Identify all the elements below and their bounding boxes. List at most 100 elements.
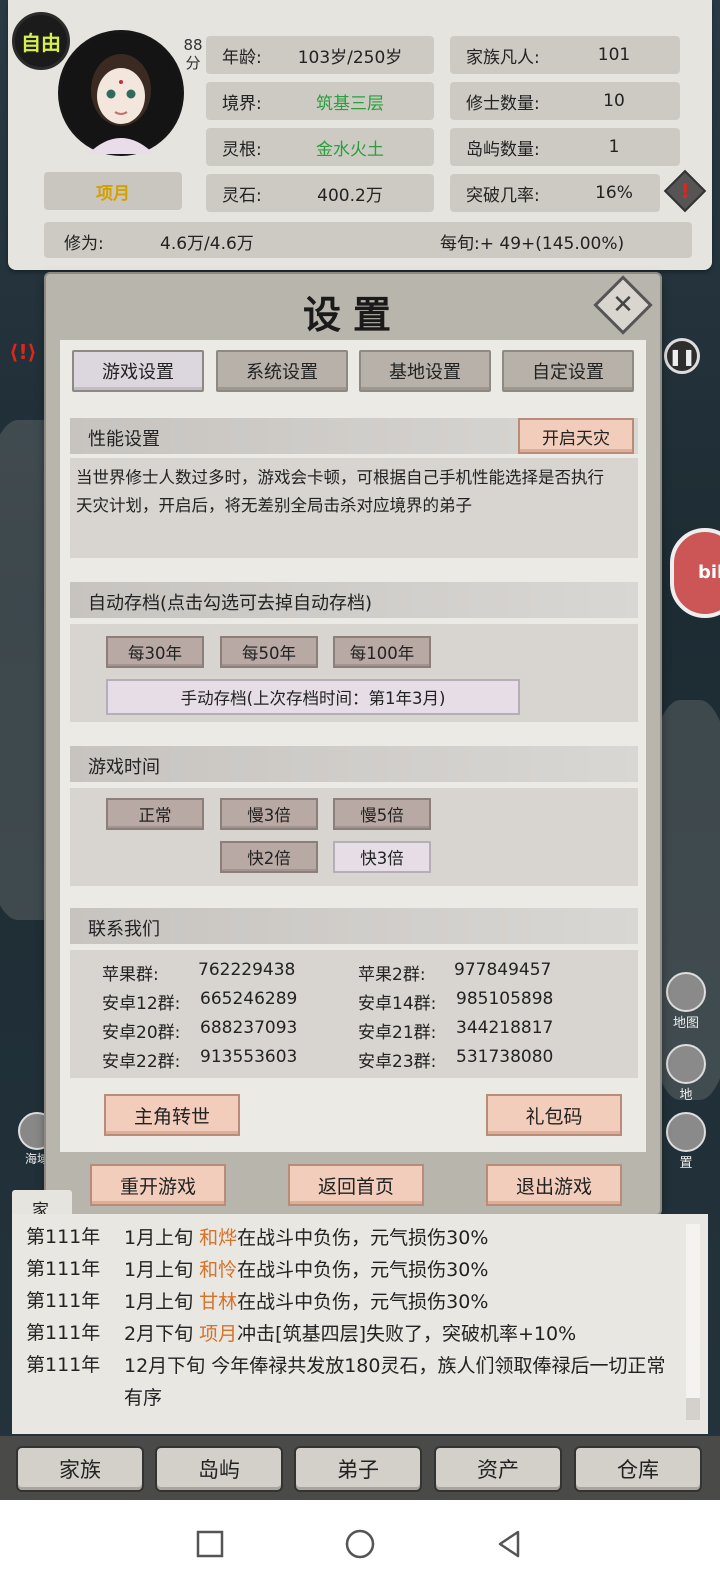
- recent-apps-icon[interactable]: [194, 1528, 226, 1560]
- map-tool[interactable]: 地图: [656, 972, 716, 1042]
- breakthrough-warning-icon[interactable]: !: [663, 169, 707, 213]
- reincarnate-button[interactable]: 主角转世: [104, 1094, 240, 1136]
- contact-group-number: 665246289: [200, 989, 298, 1009]
- log-year: 第111年: [26, 1322, 101, 1344]
- alert-icon[interactable]: ⟨!⟩: [4, 340, 42, 370]
- log-year: 第111年: [26, 1258, 101, 1280]
- contact-group: 安卓23群: 531738080: [358, 1047, 553, 1072]
- tab-system-settings[interactable]: 系统设置: [216, 350, 348, 392]
- log-time: 1月上旬: [124, 1291, 200, 1313]
- cultivation-bar: 修为: 4.6万/4.6万 每旬:+ 49+(145.00%): [44, 222, 692, 258]
- character-name[interactable]: 项月: [44, 172, 182, 210]
- speed-slow3-button[interactable]: 慢3倍: [220, 798, 318, 830]
- log-time: 1月上旬: [124, 1259, 200, 1281]
- speed-fast3-button[interactable]: 快3倍: [333, 841, 431, 873]
- settings-modal: 设置 ✕ 游戏设置 系统设置 基地设置 自定设置 性能设置 开启天灾 当世界修士…: [46, 274, 660, 1214]
- game-time-header: 游戏时间: [70, 746, 638, 782]
- nav-disciples[interactable]: 弟子: [294, 1446, 422, 1492]
- contact-group: 苹果群: 762229438: [102, 960, 295, 985]
- log-time: 2月下旬: [124, 1323, 200, 1345]
- disaster-toggle-button[interactable]: 开启天灾: [518, 418, 634, 454]
- log-person[interactable]: 甘林: [199, 1291, 237, 1313]
- contact-group: 苹果2群: 977849457: [358, 960, 551, 985]
- home-icon[interactable]: [344, 1528, 376, 1560]
- stat-realm: 境界: 筑基三层: [206, 82, 434, 120]
- stat-value: 103岁/250岁: [297, 47, 403, 68]
- bilibili-icon[interactable]: bili: [670, 528, 720, 618]
- cultivation-label: 修为:: [64, 234, 104, 254]
- speed-slow5-button[interactable]: 慢5倍: [333, 798, 431, 830]
- log-year: 第111年: [26, 1354, 101, 1376]
- game-time-header-label: 游戏时间: [88, 757, 160, 778]
- stat-islands: 岛屿数量: 1: [450, 128, 680, 166]
- contact-group-label: 苹果群:: [102, 965, 159, 985]
- log-time: 1月上旬: [124, 1227, 200, 1249]
- stat-spirit-root: 灵根: 金水火土: [206, 128, 434, 166]
- nav-family[interactable]: 家族: [16, 1446, 144, 1492]
- tab-base-settings[interactable]: 基地设置: [359, 350, 491, 392]
- stat-spirit-stones: 灵石: 400.2万: [206, 174, 434, 212]
- score-unit: 分: [185, 54, 201, 72]
- gift-code-button[interactable]: 礼包码: [486, 1094, 622, 1136]
- free-mode-badge[interactable]: 自由: [12, 12, 70, 70]
- tab-game-settings[interactable]: 游戏设置: [72, 350, 204, 392]
- autosave-header: 自动存档(点击勾选可去掉自动存档): [70, 582, 638, 618]
- bottom-navigation: 家族 岛屿 弟子 资产 仓库: [0, 1436, 720, 1500]
- contact-group-label: 安卓21群:: [358, 1023, 437, 1043]
- autosave-header-label: 自动存档(点击勾选可去掉自动存档): [88, 593, 373, 614]
- nav-assets[interactable]: 资产: [434, 1446, 562, 1492]
- contact-group: 安卓22群: 913553603: [102, 1047, 297, 1072]
- score-value: 88: [183, 36, 203, 54]
- log-year: 第111年: [26, 1226, 101, 1248]
- return-home-button[interactable]: 返回首页: [288, 1164, 424, 1206]
- autosave-50-button[interactable]: 每50年: [220, 636, 318, 668]
- autosave-100-button[interactable]: 每100年: [333, 636, 431, 668]
- log-scrollbar[interactable]: [686, 1224, 700, 1420]
- log-text: 1月上旬 和烨在战斗中负伤，元气损伤30%: [124, 1222, 684, 1254]
- log-text: 2月下旬 项月冲击[筑基四层]失败了，突破机率+10%: [124, 1318, 684, 1350]
- stat-value: 筑基三层: [316, 93, 384, 114]
- settings-tool[interactable]: 置: [656, 1112, 716, 1182]
- stat-value: 1: [608, 137, 620, 157]
- nav-islands[interactable]: 岛屿: [155, 1446, 283, 1492]
- event-log: 第111年 1月上旬 和烨在战斗中负伤，元气损伤30% 第111年 1月上旬 和…: [12, 1214, 708, 1434]
- stat-value: 金水火土: [316, 139, 384, 160]
- log-message: 冲击[筑基四层]失败了，突破机率+10%: [237, 1323, 577, 1345]
- contact-group-label: 安卓22群:: [102, 1052, 181, 1072]
- character-status-panel: 自由 88 分 项月 年龄: 103岁/250岁 境界: 筑基三层 灵根: 金水…: [8, 0, 712, 270]
- nav-warehouse[interactable]: 仓库: [574, 1446, 702, 1492]
- restart-game-button[interactable]: 重开游戏: [90, 1164, 226, 1206]
- character-avatar[interactable]: [58, 30, 184, 156]
- land-tool[interactable]: 地: [656, 1044, 716, 1114]
- manual-save-button[interactable]: 手动存档(上次存档时间：第1年3月): [106, 679, 520, 715]
- exit-game-button[interactable]: 退出游戏: [486, 1164, 622, 1206]
- speed-normal-button[interactable]: 正常: [106, 798, 204, 830]
- contact-group-label: 安卓23群:: [358, 1052, 437, 1072]
- contact-group-number: 913553603: [200, 1047, 298, 1067]
- contact-header: 联系我们: [70, 908, 638, 944]
- contact-group-number: 977849457: [454, 960, 552, 980]
- speed-fast2-button[interactable]: 快2倍: [220, 841, 318, 873]
- log-person[interactable]: 和烨: [199, 1227, 237, 1249]
- log-scrollbar-thumb[interactable]: [686, 1224, 700, 1398]
- log-person[interactable]: 和怜: [199, 1259, 237, 1281]
- contact-group-number: 688237093: [200, 1018, 298, 1038]
- tab-custom-settings[interactable]: 自定设置: [502, 350, 634, 392]
- cultivation-value: 4.6万/4.6万: [160, 234, 254, 254]
- stat-value: 16%: [595, 183, 633, 203]
- gear-icon: [666, 1112, 706, 1152]
- mountain-icon: [666, 1044, 706, 1084]
- contact-group-number: 531738080: [456, 1047, 554, 1067]
- log-message: 在战斗中负伤，元气损伤30%: [237, 1227, 489, 1249]
- autosave-30-button[interactable]: 每30年: [106, 636, 204, 668]
- modal-title: 设置: [302, 292, 403, 337]
- system-navigation-bar: [0, 1500, 720, 1588]
- contact-group-label: 安卓12群:: [102, 994, 181, 1014]
- character-score: 88 分: [180, 36, 206, 72]
- back-icon[interactable]: [494, 1528, 526, 1560]
- log-person[interactable]: 项月: [199, 1323, 237, 1345]
- contact-group-number: 985105898: [456, 989, 554, 1009]
- close-icon: ✕: [612, 290, 634, 320]
- pause-icon[interactable]: ❚❚: [664, 338, 700, 374]
- land-tool-label: 地: [679, 1088, 693, 1103]
